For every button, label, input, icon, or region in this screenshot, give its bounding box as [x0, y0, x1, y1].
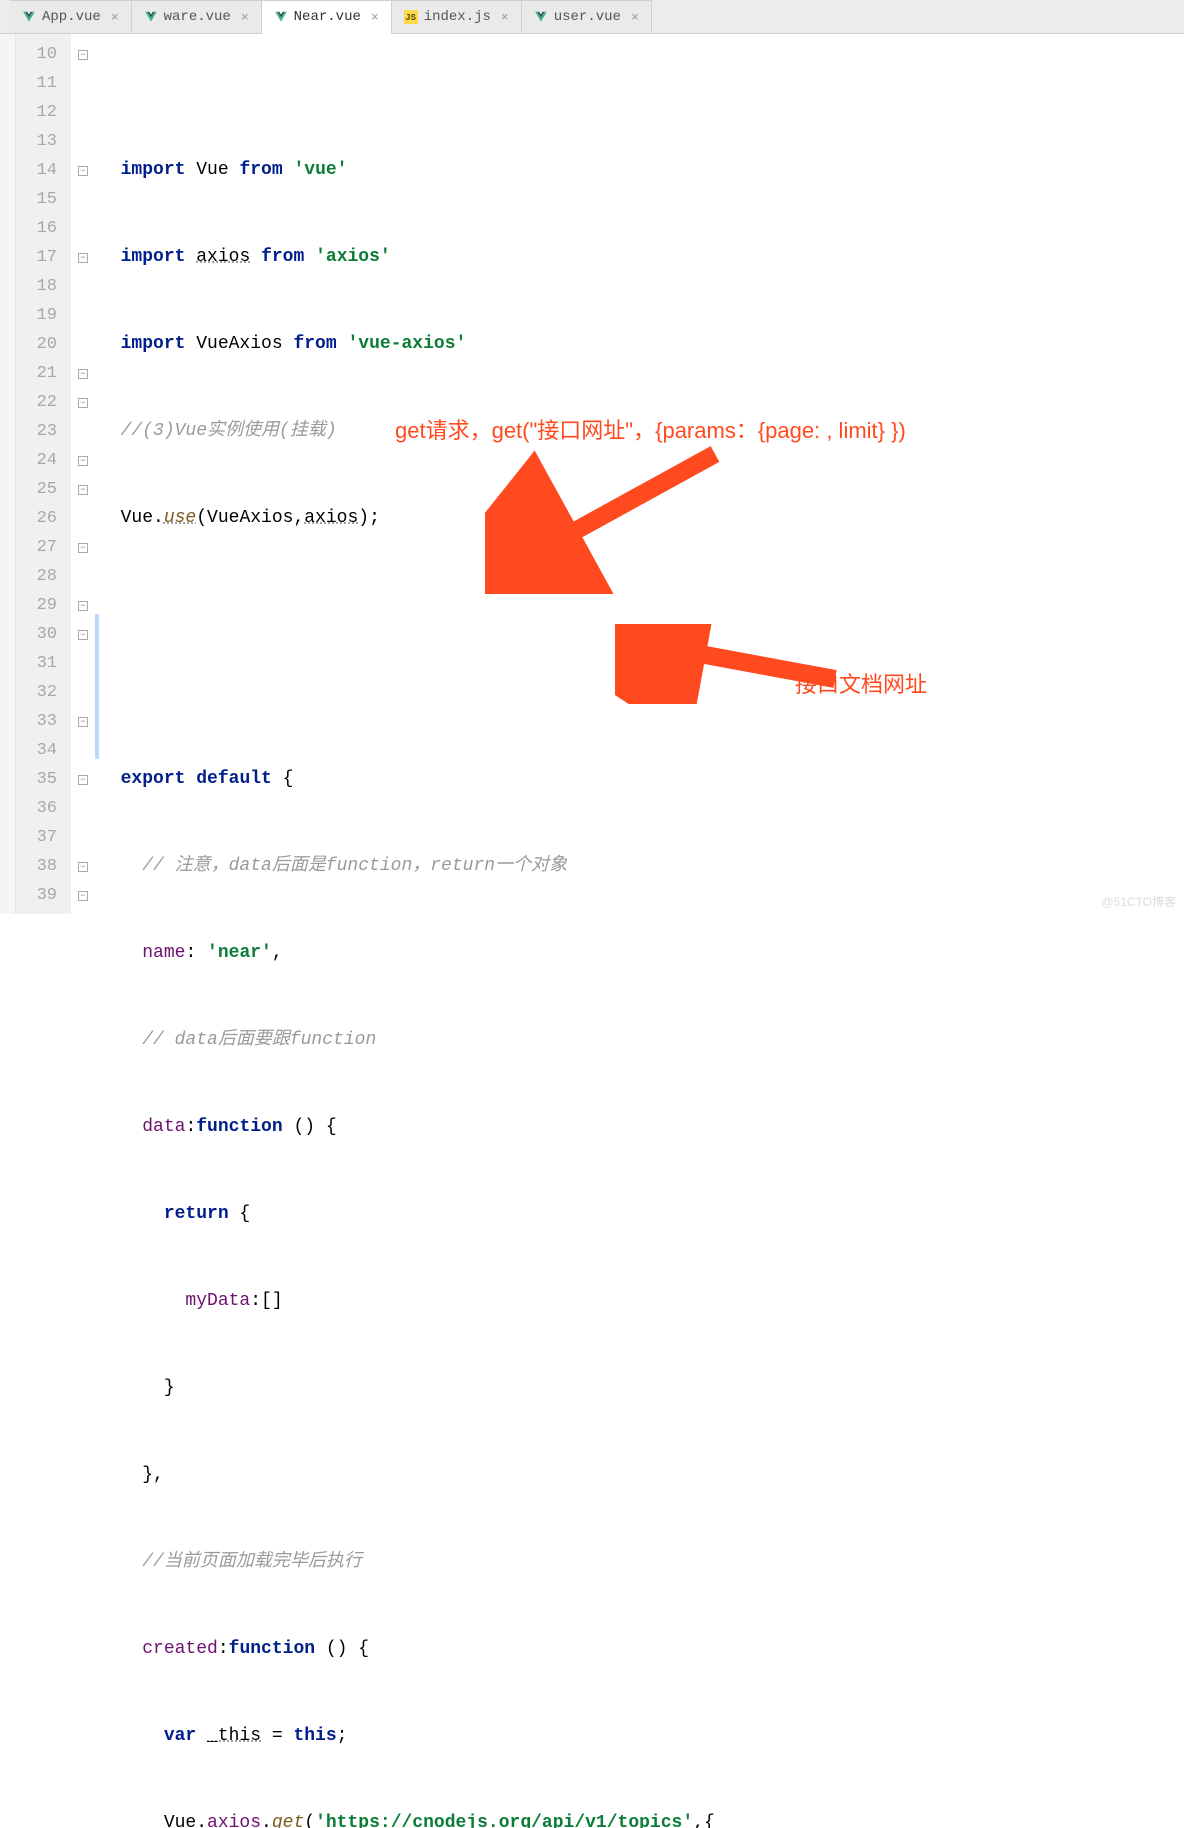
fold-icon[interactable]: − [78, 485, 88, 495]
code-line: created:function () { [95, 1635, 1184, 1664]
vue-icon [534, 10, 548, 24]
line-number: 27 [16, 533, 71, 562]
fold-icon[interactable]: − [78, 543, 88, 553]
line-number: 14 [16, 156, 71, 185]
close-icon[interactable]: × [111, 10, 119, 25]
fold-icon[interactable]: − [78, 891, 88, 901]
line-number: 16 [16, 214, 71, 243]
tab-label: Near.vue [294, 9, 361, 25]
line-number: 21 [16, 359, 71, 388]
tab-label: App.vue [42, 9, 101, 25]
line-number: 37 [16, 823, 71, 852]
tab-label: ware.vue [164, 9, 231, 25]
line-number: 28 [16, 562, 71, 591]
fold-icon[interactable]: − [78, 50, 88, 60]
line-number: 15 [16, 185, 71, 214]
watermark: @51CTO博客 [1101, 893, 1176, 910]
line-number: 17 [16, 243, 71, 272]
tab-index-js[interactable]: JS index.js × [392, 0, 522, 33]
tab-near-vue[interactable]: Near.vue × [262, 0, 392, 34]
change-marker [95, 614, 99, 759]
line-number: 20 [16, 330, 71, 359]
line-number: 39 [16, 881, 71, 910]
vue-icon [22, 10, 36, 24]
close-icon[interactable]: × [371, 10, 379, 25]
fold-icon[interactable]: − [78, 166, 88, 176]
tab-app-vue[interactable]: App.vue × [10, 0, 132, 33]
code-line: } [95, 1374, 1184, 1403]
line-number: 38 [16, 852, 71, 881]
code-line: import Vue from 'vue' [95, 156, 1184, 185]
fold-icon[interactable]: − [78, 369, 88, 379]
code-line: return { [95, 1200, 1184, 1229]
code-line: // 注意，data后面是function，return一个对象 [95, 852, 1184, 881]
line-number: 23 [16, 417, 71, 446]
line-number: 22 [16, 388, 71, 417]
line-number: 35 [16, 765, 71, 794]
tab-label: user.vue [554, 9, 621, 25]
line-number: 26 [16, 504, 71, 533]
vue-icon [274, 10, 288, 24]
fold-gutter: − − − − − − − − − − − − − − [71, 34, 95, 914]
code-line: Vue.axios.get('https://cnodejs.org/api/v… [95, 1809, 1184, 1828]
vue-icon [144, 10, 158, 24]
arrow-icon [485, 444, 745, 594]
code-line: }, [95, 1461, 1184, 1490]
line-number: 29 [16, 591, 71, 620]
line-number: 18 [16, 272, 71, 301]
line-number: 32 [16, 678, 71, 707]
fold-icon[interactable]: − [78, 456, 88, 466]
code-line: // data后面要跟function [95, 1026, 1184, 1055]
tab-ware-vue[interactable]: ware.vue × [132, 0, 262, 33]
code-line [95, 591, 1184, 620]
fold-icon[interactable]: − [78, 862, 88, 872]
fold-icon[interactable]: − [78, 775, 88, 785]
arrow-icon [615, 624, 865, 704]
js-icon: JS [404, 10, 418, 24]
tab-bar: App.vue × ware.vue × Near.vue × JS index… [0, 0, 1184, 34]
code-line: //当前页面加载完毕后执行 [95, 1548, 1184, 1577]
line-number: 25 [16, 475, 71, 504]
code-line: myData:[] [95, 1287, 1184, 1316]
line-number: 19 [16, 301, 71, 330]
close-icon[interactable]: × [241, 10, 249, 25]
line-number: 13 [16, 127, 71, 156]
line-number: 12 [16, 98, 71, 127]
code-line: export default { [95, 765, 1184, 794]
annotation-get-request: get请求，get("接口网址"，{params：{page: , limit}… [395, 416, 906, 445]
code-line: data:function () { [95, 1113, 1184, 1142]
line-number: 31 [16, 649, 71, 678]
code-area[interactable]: import Vue from 'vue' import axios from … [95, 34, 1184, 914]
code-line: name: 'near', [95, 939, 1184, 968]
line-number: 30 [16, 620, 71, 649]
line-number: 36 [16, 794, 71, 823]
line-number: 11 [16, 69, 71, 98]
close-icon[interactable]: × [631, 10, 639, 25]
line-number-gutter: 10 11 12 13 14 15 16 17 18 19 20 21 22 2… [16, 34, 71, 914]
code-line: import axios from 'axios' [95, 243, 1184, 272]
fold-icon[interactable]: − [78, 717, 88, 727]
code-line: import VueAxios from 'vue-axios' [95, 330, 1184, 359]
editor[interactable]: 10 11 12 13 14 15 16 17 18 19 20 21 22 2… [0, 34, 1184, 914]
line-number: 24 [16, 446, 71, 475]
line-number: 10 [16, 40, 71, 69]
gutter-margin [0, 34, 16, 914]
tab-label: index.js [424, 9, 491, 25]
fold-icon[interactable]: − [78, 601, 88, 611]
fold-icon[interactable]: − [78, 630, 88, 640]
fold-icon[interactable]: − [78, 253, 88, 263]
close-icon[interactable]: × [501, 10, 509, 25]
code-line: var _this = this; [95, 1722, 1184, 1751]
tab-user-vue[interactable]: user.vue × [522, 0, 652, 33]
line-number: 34 [16, 736, 71, 765]
fold-icon[interactable]: − [78, 398, 88, 408]
line-number: 33 [16, 707, 71, 736]
